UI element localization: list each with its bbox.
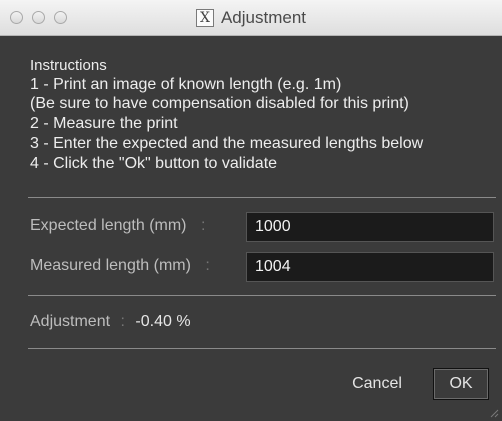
cancel-button[interactable]: Cancel (343, 368, 411, 400)
adjustment-label: Adjustment (30, 313, 111, 330)
title-group: X Adjustment (0, 0, 502, 36)
adjustment-dialog: X Adjustment Instructions 1 - Print an i… (0, 0, 502, 421)
dialog-content: Instructions 1 - Print an image of known… (0, 36, 502, 421)
instruction-line-5: 4 - Click the "Ok" button to validate (30, 155, 278, 172)
label-separator: : (205, 257, 210, 274)
x-window-icon: X (195, 9, 214, 27)
expected-length-label: Expected length (mm) : (30, 217, 205, 235)
label-separator: : (200, 217, 206, 234)
window-title: Adjustment (220, 8, 307, 27)
divider (28, 295, 496, 296)
adjustment-result: Adjustment : -0.40 % (30, 313, 191, 331)
ok-button[interactable]: OK (433, 368, 489, 400)
adjustment-value: -0.40 % (135, 313, 191, 330)
instructions-heading: Instructions (30, 57, 107, 74)
expected-length-label-text: Expected length (mm) (30, 217, 187, 234)
measured-length-label: Measured length (mm) : (30, 257, 210, 275)
instruction-line-1: 1 - Print an image of known length (e.g.… (30, 76, 342, 93)
measured-length-input[interactable] (246, 252, 494, 282)
instruction-line-4: 3 - Enter the expected and the measured … (30, 135, 424, 152)
resize-grip-icon[interactable] (489, 408, 499, 418)
instruction-line-2: (Be sure to have compensation disabled f… (30, 95, 409, 112)
divider (28, 348, 496, 349)
instruction-line-3: 2 - Measure the print (30, 115, 178, 132)
adjustment-separator: : (120, 313, 125, 330)
title-bar[interactable]: X Adjustment (0, 0, 502, 36)
divider (28, 197, 496, 198)
measured-length-label-text: Measured length (mm) (30, 257, 191, 274)
expected-length-input[interactable] (246, 212, 494, 242)
